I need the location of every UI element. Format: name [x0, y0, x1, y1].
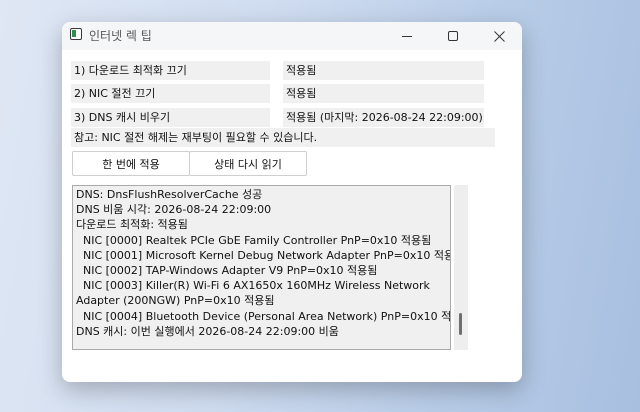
minimize-icon	[402, 36, 412, 37]
tweak-label-nic-power-saving: 2) NIC 절전 끄기	[71, 84, 270, 103]
title-bar[interactable]: 인터넷 렉 팁	[62, 22, 522, 50]
close-button[interactable]	[476, 22, 522, 50]
log-line: NIC [0003] Killer(R) Wi-Fi 6 AX1650x 160…	[76, 279, 434, 308]
log-output[interactable]: DNS: DnsFlushResolverCache 성공 DNS 비움 시각:…	[72, 185, 451, 350]
reload-status-button[interactable]: 상태 다시 읽기	[189, 151, 307, 176]
window-title: 인터넷 렉 팁	[89, 29, 152, 43]
tweak-label-dns-cache: 3) DNS 캐시 비우기	[71, 108, 270, 127]
minimize-button[interactable]	[384, 22, 430, 50]
log-line: DNS 캐시: 이번 실행에서 2026-08-24 22:09:00 비움	[76, 324, 339, 338]
tweak-label-download-optimization: 1) 다운로드 최적화 끄기	[71, 61, 270, 80]
close-icon	[493, 30, 505, 42]
maximize-icon	[448, 31, 458, 41]
log-line: DNS 비움 시각: 2026-08-24 22:09:00	[76, 203, 272, 217]
log-scrollbar[interactable]	[454, 185, 468, 350]
tweak-status-download-optimization: 적용됨	[283, 61, 484, 80]
app-icon	[70, 28, 82, 40]
log-line: 다운로드 최적화: 적용됨	[76, 218, 188, 232]
log-line: NIC [0000] Realtek PCIe GbE Family Contr…	[76, 233, 432, 247]
maximize-button[interactable]	[430, 22, 476, 50]
tweak-status-dns-cache: 적용됨 (마지막: 2026-08-24 22:09:00)	[283, 108, 484, 127]
app-window: 인터넷 렉 팁 1) 다운로드 최적화 끄기 적용됨 2) NIC 절전 끄기 …	[62, 22, 522, 382]
reboot-note: 참고: NIC 절전 해제는 재부팅이 필요할 수 있습니다.	[71, 128, 495, 147]
log-line: NIC [0001] Microsoft Kernel Debug Networ…	[76, 248, 451, 262]
log-line: NIC [0004] Bluetooth Device (Personal Ar…	[76, 309, 451, 323]
tweak-status-nic-power-saving: 적용됨	[283, 84, 484, 103]
apply-all-button[interactable]: 한 번에 적용	[72, 151, 190, 176]
log-line: DNS: DnsFlushResolverCache 성공	[76, 188, 263, 201]
scrollbar-thumb[interactable]	[459, 313, 462, 335]
log-line: NIC [0002] TAP-Windows Adapter V9 PnP=0x…	[76, 264, 378, 278]
